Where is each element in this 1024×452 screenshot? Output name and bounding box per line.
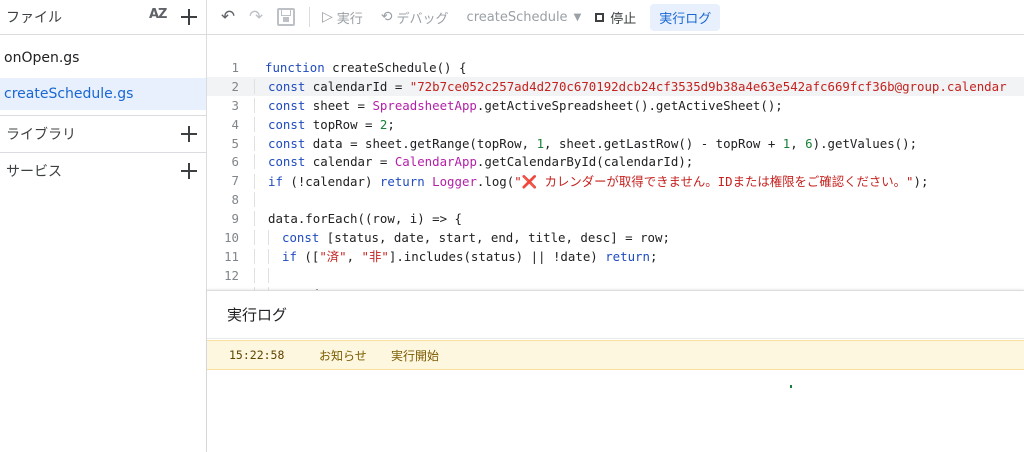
code-line: 11 if (["済", "非"].includes(status) || !d… xyxy=(224,248,658,265)
code-line: 6 const calendar = CalendarApp.getCalend… xyxy=(231,154,694,170)
function-select[interactable]: createSchedule ▼ xyxy=(467,10,582,25)
log-time: 15:22:58 xyxy=(229,348,285,362)
stop-label: 停止 xyxy=(610,11,637,27)
toolbar-divider xyxy=(309,7,310,27)
debug-label: デバッグ xyxy=(396,11,449,27)
add-file-icon[interactable] xyxy=(178,6,200,28)
function-select-value: createSchedule xyxy=(466,9,568,25)
files-title: ファイル xyxy=(6,10,62,26)
file-item-createschedule[interactable]: createSchedule.gs xyxy=(0,78,206,110)
execution-log-panel: 実行ログ 15:22:58 お知らせ 実行開始 xyxy=(207,290,1024,452)
files-header: ファイル AZ xyxy=(0,0,206,35)
file-sidebar: ファイル AZ onOpen.gs createSchedule.gs ライブラ… xyxy=(0,0,207,452)
stop-icon xyxy=(595,12,605,22)
log-entry: 15:22:58 お知らせ 実行開始 xyxy=(207,340,1024,370)
services-label: サービス xyxy=(6,164,62,180)
editor-toolbar: ↶ ↷ ▷ 実行 ⟲ デバッグ createSchedule ▼ 停止 実行ログ xyxy=(207,0,1024,35)
debug-button[interactable]: ⟲ デバッグ xyxy=(381,4,449,30)
undo-icon[interactable]: ↶ xyxy=(217,6,239,28)
code-editor[interactable]: 1 function createSchedule() { 2 const ca… xyxy=(207,35,1024,290)
code-line: 2 const calendarId = "72b7ce052c257ad4d2… xyxy=(207,76,1024,96)
code-line: 12 xyxy=(207,266,1024,285)
code-line: 5 const data = sheet.getRange(topRow, 1,… xyxy=(231,135,918,151)
code-line: 10 const [status, date, start, end, titl… xyxy=(224,229,670,245)
execution-log-button[interactable]: 実行ログ xyxy=(650,3,721,31)
services-section: サービス xyxy=(0,152,206,189)
code-line: 1 function createSchedule() { xyxy=(231,59,467,75)
play-icon: ▷ xyxy=(322,9,333,25)
status-dot xyxy=(790,385,792,388)
code-line: 8 xyxy=(207,190,1024,209)
redo-icon[interactable]: ↷ xyxy=(245,6,267,28)
save-icon[interactable] xyxy=(277,8,295,26)
debug-icon: ⟲ xyxy=(380,9,393,25)
code-line: 4 const topRow = 2; xyxy=(231,116,395,132)
code-line: 9 data.forEach((row, i) => { xyxy=(231,211,462,227)
sort-az-icon[interactable]: AZ xyxy=(148,6,170,28)
libraries-label: ライブラリ xyxy=(6,127,76,143)
stop-button[interactable]: 停止 xyxy=(595,8,636,27)
run-button[interactable]: ▷ 実行 xyxy=(322,4,363,30)
libraries-section: ライブラリ xyxy=(0,115,206,152)
file-item-onopen[interactable]: onOpen.gs xyxy=(0,42,206,74)
add-library-icon[interactable] xyxy=(178,123,200,145)
run-label: 実行 xyxy=(336,11,363,27)
caret-down-icon: ▼ xyxy=(573,11,582,23)
log-message: 実行開始 xyxy=(391,348,440,363)
code-line: 3 const sheet = SpreadsheetApp.getActive… xyxy=(231,97,783,113)
add-service-icon[interactable] xyxy=(178,160,200,182)
code-line: 7 if (!calendar) return Logger.log("❌ カレ… xyxy=(231,173,929,189)
log-level: お知らせ xyxy=(319,348,367,363)
log-panel-title: 実行ログ xyxy=(207,291,1024,339)
